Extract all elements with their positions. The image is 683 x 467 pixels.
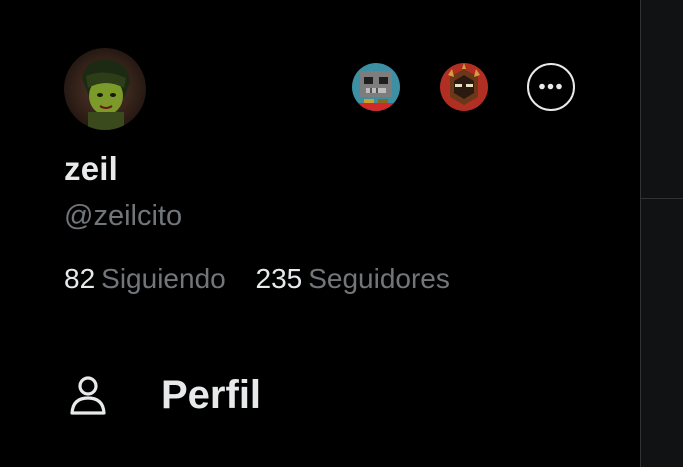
user-handle: @zeilcito: [64, 200, 183, 232]
person-icon: [70, 376, 106, 415]
panel-divider: [641, 198, 683, 199]
account-drawer: zeil @zeilcito 82 Siguiendo 235 Seguidores…: [0, 0, 640, 467]
avatar-image: [64, 48, 146, 130]
following-link[interactable]: 82 Siguiendo: [64, 263, 226, 295]
menu-item-label: Perfil: [161, 373, 262, 417]
switch-account-avatar-2[interactable]: [440, 63, 488, 111]
menu-item-profile[interactable]: Perfil: [64, 368, 484, 424]
followers-link[interactable]: 235 Seguidores: [256, 263, 450, 295]
switch-account-avatar-1[interactable]: [352, 63, 400, 111]
followers-count: 235: [255, 263, 303, 294]
more-options-icon: [539, 83, 562, 90]
following-label: Siguiendo: [101, 263, 226, 294]
display-name[interactable]: zeil: [64, 150, 118, 188]
profile-avatar[interactable]: [64, 48, 146, 130]
more-options-button[interactable]: [527, 63, 575, 111]
following-count: 82: [64, 263, 96, 294]
followers-label: Seguidores: [308, 263, 450, 294]
background-timeline-panel: [640, 0, 683, 467]
helmet-avatar-icon: [440, 63, 488, 111]
skull-avatar-icon: [352, 63, 400, 111]
follow-stats: 82 Siguiendo 235 Seguidores: [64, 263, 450, 295]
